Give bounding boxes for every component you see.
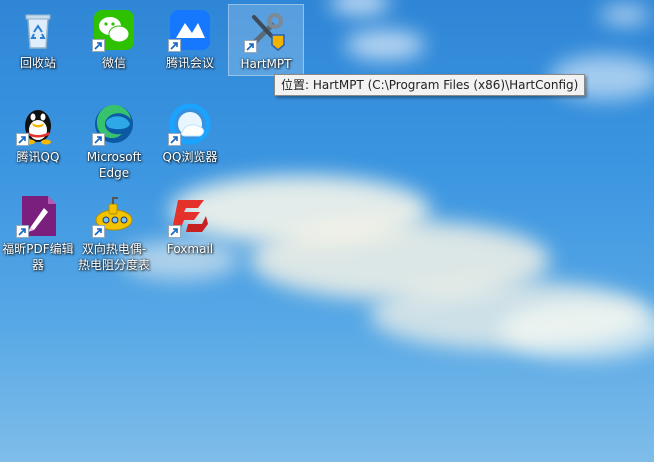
icon-label: 回收站 [19, 56, 56, 70]
foxmail-icon [168, 194, 212, 238]
desktop-icon-edge[interactable]: Microsoft Edge [76, 98, 152, 180]
desktop-icon-foxmail[interactable]: Foxmail [152, 190, 228, 262]
cloud [600, 5, 650, 25]
desktop-icon-qq[interactable]: 腾讯QQ [0, 98, 76, 170]
recycle-bin-icon [16, 8, 60, 52]
icon-label: 腾讯会议 [165, 56, 214, 70]
edge-icon [92, 102, 136, 146]
shortcut-arrow-icon [168, 39, 181, 52]
icon-label: HartMPT [240, 57, 292, 71]
icon-label: Foxmail [166, 242, 214, 256]
desktop[interactable]: 回收站 微信 腾讯会议 HartMPT 腾讯QQ Microsoft Edge … [0, 0, 654, 462]
shortcut-arrow-icon [92, 133, 105, 146]
desktop-icon-thermocouple-table[interactable]: 双向热电偶- 热电阻分度表 [76, 190, 152, 272]
icon-label: Microsoft Edge [86, 150, 142, 180]
icon-label: 双向热电偶- 热电阻分度表 [77, 242, 150, 272]
desktop-icon-qq-browser[interactable]: QQ浏览器 [152, 98, 228, 170]
icon-label: 微信 [101, 56, 126, 70]
wechat-icon [92, 8, 136, 52]
shortcut-arrow-icon [92, 39, 105, 52]
desktop-icon-hartmpt[interactable]: HartMPT [228, 4, 304, 76]
submarine-icon [92, 194, 136, 238]
desktop-icon-foxit-pdf[interactable]: 福昕PDF编辑 器 [0, 190, 76, 272]
icon-label: QQ浏览器 [162, 150, 218, 164]
tencent-meeting-icon [168, 8, 212, 52]
qq-penguin-icon [16, 102, 60, 146]
shortcut-arrow-icon [168, 133, 181, 146]
tools-icon [244, 9, 288, 53]
icon-label: 福昕PDF编辑 器 [2, 242, 74, 272]
desktop-icon-recycle-bin[interactable]: 回收站 [0, 4, 76, 76]
location-tooltip: 位置: HartMPT (C:\Program Files (x86)\Hart… [274, 74, 586, 96]
desktop-icon-wechat[interactable]: 微信 [76, 4, 152, 76]
cloud [500, 300, 654, 360]
shortcut-arrow-icon [16, 133, 29, 146]
shortcut-arrow-icon [16, 225, 29, 238]
foxit-pdf-icon [16, 194, 60, 238]
shortcut-arrow-icon [168, 225, 181, 238]
desktop-icon-tencent-meeting[interactable]: 腾讯会议 [152, 4, 228, 76]
shortcut-arrow-icon [92, 225, 105, 238]
cloud [330, 0, 390, 15]
shortcut-arrow-icon [244, 40, 257, 53]
icon-label: 腾讯QQ [16, 150, 60, 164]
cloud [345, 30, 425, 60]
qq-browser-icon [168, 102, 212, 146]
